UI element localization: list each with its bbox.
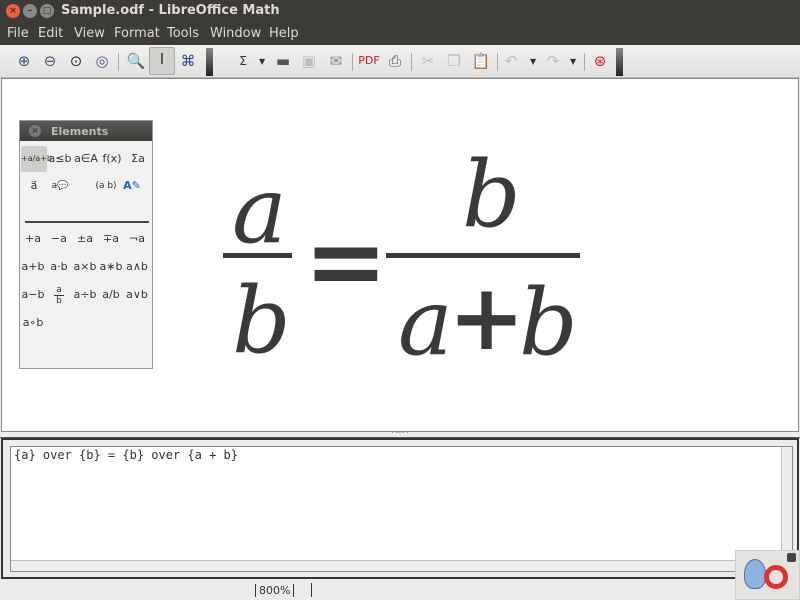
element-a-circ-b[interactable]: a∘b xyxy=(20,310,46,336)
horizontal-scrollbar[interactable] xyxy=(11,560,783,571)
status-bar: 800% xyxy=(0,580,800,600)
close-window-button[interactable]: × xyxy=(6,4,20,18)
element-a-or-b[interactable]: a∨b xyxy=(124,282,150,308)
print-icon[interactable]: ⎙ xyxy=(384,50,406,72)
elements-formula-icon[interactable]: Σ xyxy=(232,50,254,72)
element-a-and-b[interactable]: a∧b xyxy=(124,254,150,280)
standard-toolbar: ⊕ ⊖ ⊙ ◎ 🔍 I ⌘ Σ ▼ ▬ ▣ ✉ PDF ⎙ ✂ ❐ 📋 ↶ ▼ … xyxy=(0,45,800,78)
zoom-page-icon[interactable]: ◎ xyxy=(91,50,113,72)
category-functions[interactable]: f(x) xyxy=(99,146,125,172)
cut-icon[interactable]: ✂ xyxy=(417,50,439,72)
element-a-slash-b[interactable]: a/b xyxy=(98,282,124,308)
menu-tools[interactable]: Tools xyxy=(167,26,199,41)
lifebuoy-icon xyxy=(764,565,788,589)
element-plusminus-a[interactable]: ±a xyxy=(72,226,98,252)
command-editor[interactable]: {a} over {b} = {b} over {a + b} xyxy=(10,446,793,573)
fraction-bar xyxy=(386,253,580,258)
toolbar-overflow-handle[interactable] xyxy=(206,48,213,76)
category-others[interactable]: a💬 xyxy=(47,173,73,199)
frac-den: b xyxy=(54,295,64,306)
formula-cursor-icon[interactable]: I xyxy=(149,47,175,75)
save-icon[interactable]: ▣ xyxy=(298,50,320,72)
zoom-level[interactable]: 800% xyxy=(255,584,295,597)
element-a-times-b[interactable]: a×b xyxy=(72,254,98,280)
divider xyxy=(25,221,149,223)
category-operators[interactable]: Σa xyxy=(125,146,151,172)
formula-rhs-numerator: b xyxy=(462,141,521,248)
separator xyxy=(118,53,119,71)
formula-rhs-den-plus: + xyxy=(448,263,526,371)
open-folder-icon[interactable]: ▬ xyxy=(272,50,294,72)
window-title: Sample.odf - LibreOffice Math xyxy=(61,3,280,18)
close-icon[interactable]: × xyxy=(29,125,41,137)
element-a-over-b[interactable]: ab xyxy=(46,282,72,308)
minimize-window-button[interactable]: – xyxy=(23,4,37,18)
help-lifebuoy-icon[interactable]: ⊛ xyxy=(589,50,611,72)
category-unary-binary[interactable]: +a/a+b xyxy=(21,146,52,172)
element-plus-a[interactable]: +a xyxy=(20,226,46,252)
chevron-down-icon[interactable]: ▼ xyxy=(570,57,576,66)
toolbar-overflow-handle[interactable] xyxy=(616,48,623,76)
help-agent[interactable] xyxy=(735,550,800,600)
element-a-cdot-b[interactable]: a·b xyxy=(46,254,72,280)
command-text[interactable]: {a} over {b} = {b} over {a + b} xyxy=(14,448,238,462)
redo-icon[interactable]: ↷ xyxy=(542,50,564,72)
frac-num: a xyxy=(56,285,62,295)
menu-format[interactable]: Format xyxy=(114,26,160,41)
formula-rhs-den-b: b xyxy=(519,269,578,376)
copy-icon[interactable]: ❐ xyxy=(443,50,465,72)
menu-view[interactable]: View xyxy=(74,26,105,41)
zoom-100-icon[interactable]: ⊙ xyxy=(65,50,87,72)
menu-file[interactable]: File xyxy=(7,26,29,41)
separator xyxy=(584,53,585,71)
separator xyxy=(411,53,412,71)
chevron-down-icon[interactable]: ▼ xyxy=(259,57,265,66)
separator xyxy=(497,53,498,71)
zoom-in-icon[interactable]: ⊕ xyxy=(13,50,35,72)
show-all-icon[interactable]: 🔍 xyxy=(125,50,147,72)
element-minusplus-a[interactable]: ∓a xyxy=(98,226,124,252)
formula-lhs-denominator: b xyxy=(232,267,291,374)
menu-bar: File Edit View Format Tools Window Help xyxy=(0,22,800,45)
close-icon[interactable] xyxy=(787,553,796,562)
undo-icon[interactable]: ↶ xyxy=(500,50,522,72)
lightbulb-icon xyxy=(744,559,766,589)
formula-rhs-den-a: a xyxy=(398,269,453,376)
formula-lhs-numerator: a xyxy=(232,157,287,264)
element-not-a[interactable]: ¬a xyxy=(124,226,150,252)
zoom-out-icon[interactable]: ⊖ xyxy=(39,50,61,72)
category-relations[interactable]: a≤b xyxy=(47,146,73,172)
export-pdf-icon[interactable]: PDF xyxy=(358,50,380,72)
element-minus-a[interactable]: −a xyxy=(46,226,72,252)
status-divider xyxy=(311,583,312,597)
chevron-down-icon[interactable]: ▼ xyxy=(530,57,536,66)
element-a-div-b[interactable]: a÷b xyxy=(72,282,98,308)
elements-panel-title: Elements xyxy=(51,125,109,138)
element-a-minus-b[interactable]: a−b xyxy=(20,282,46,308)
command-window: {a} over {b} = {b} over {a + b} xyxy=(1,438,799,579)
menu-edit[interactable]: Edit xyxy=(38,26,63,41)
element-a-ast-b[interactable]: a∗b xyxy=(98,254,124,280)
formula-equals: = xyxy=(304,202,388,320)
category-set-operations[interactable]: a∈A xyxy=(73,146,99,172)
menu-help[interactable]: Help xyxy=(269,26,299,41)
menu-window[interactable]: Window xyxy=(210,26,261,41)
elements-panel: × Elements +a/a+b a≤b a∈A f(x) Σa a⃗ a💬 … xyxy=(19,120,153,369)
category-formats[interactable]: A✎ xyxy=(119,173,145,199)
paste-icon[interactable]: 📋 xyxy=(470,50,492,72)
category-brackets[interactable]: (a b) xyxy=(93,173,119,199)
elements-panel-header: × Elements xyxy=(20,121,152,141)
element-a-plus-b[interactable]: a+b xyxy=(20,254,46,280)
email-icon[interactable]: ✉ xyxy=(325,50,347,72)
symbols-icon[interactable]: ⌘ xyxy=(177,50,199,72)
category-attributes[interactable]: a⃗ xyxy=(21,173,47,199)
fraction-bar xyxy=(223,253,292,258)
separator xyxy=(352,53,353,71)
title-bar: × – □ Sample.odf - LibreOffice Math xyxy=(0,0,800,22)
maximize-window-button[interactable]: □ xyxy=(40,4,54,18)
